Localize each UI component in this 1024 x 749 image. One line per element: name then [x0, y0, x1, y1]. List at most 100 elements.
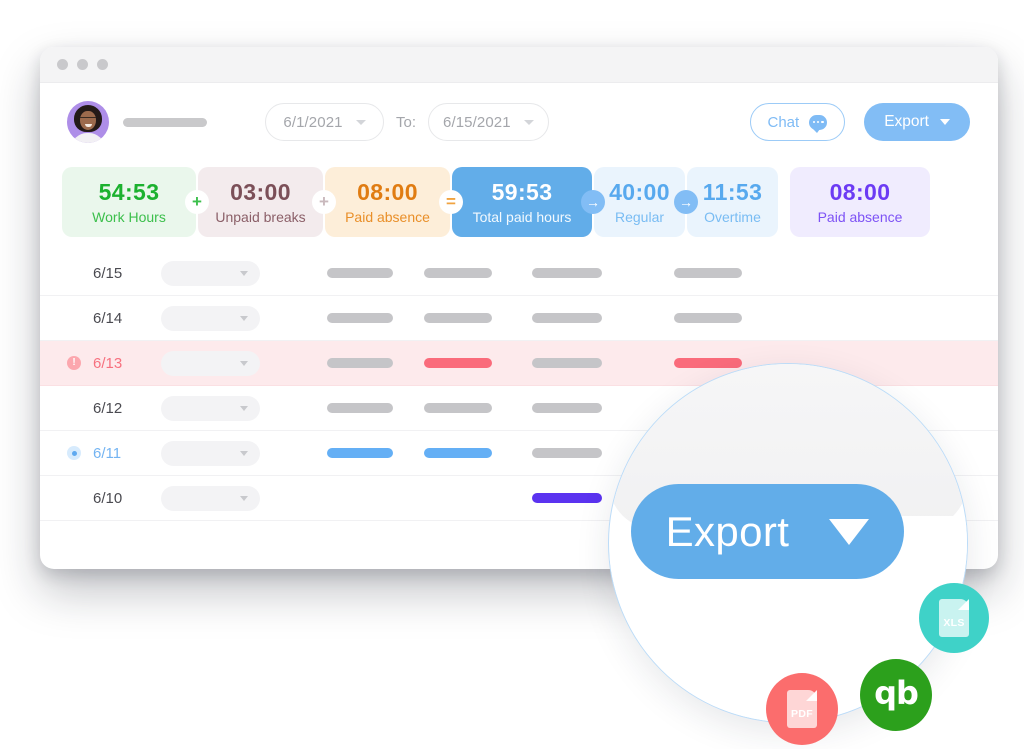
row-cell[interactable] [674, 268, 742, 278]
stat-operator: → [581, 190, 605, 214]
export-button[interactable]: Export [864, 103, 970, 141]
stat-value: 11:53 [702, 179, 763, 206]
pdf-export-badge[interactable]: PDF [766, 673, 838, 745]
stat-value: 03:00 [230, 179, 291, 206]
chat-button[interactable]: Chat [749, 103, 846, 141]
table-row[interactable]: 6/15 [40, 251, 998, 296]
value-placeholder-bar [532, 448, 602, 458]
row-date: 6/15 [93, 264, 123, 282]
window-titlebar [40, 47, 998, 83]
row-cell[interactable] [424, 403, 492, 413]
value-placeholder-bar [532, 403, 602, 413]
date-from-field[interactable]: 6/1/2021 [265, 103, 384, 141]
row-project-select[interactable] [161, 395, 260, 421]
export-button-label: Export [884, 113, 929, 130]
row-cell[interactable] [532, 493, 602, 503]
row-cell[interactable] [424, 358, 492, 368]
stat-operator: → [674, 190, 698, 214]
value-placeholder-bar [424, 403, 492, 413]
stat-label: Overtime [704, 208, 761, 225]
row-cell[interactable] [327, 358, 393, 368]
window-dot-close[interactable] [57, 59, 68, 70]
row-project-select[interactable] [161, 260, 260, 286]
stat-label: Total paid hours [472, 208, 572, 225]
stat-card-regular: 40:00 Regular [594, 167, 685, 237]
row-cell[interactable] [327, 448, 393, 458]
row-status-icon-wrap: ! [67, 356, 93, 370]
value-placeholder-bar [674, 268, 742, 278]
stat-value: 59:53 [491, 179, 553, 206]
row-date: 6/11 [93, 444, 122, 462]
row-cell[interactable] [327, 313, 393, 323]
row-cell[interactable] [327, 403, 393, 413]
value-placeholder-bar [327, 313, 393, 323]
value-placeholder-bar [327, 403, 393, 413]
row-cell[interactable] [424, 313, 492, 323]
row-cell[interactable] [532, 448, 602, 458]
stat-card-overtime: 11:53 Overtime [687, 167, 778, 237]
table-row[interactable]: 6/14 [40, 296, 998, 341]
value-placeholder-bar [424, 268, 492, 278]
value-placeholder-bar [424, 358, 492, 368]
chat-bubble-icon [809, 114, 828, 133]
stat-label: Paid absence [817, 208, 903, 225]
row-cell[interactable] [327, 268, 393, 278]
stat-operator: = [439, 190, 463, 214]
user-name-placeholder [123, 117, 207, 127]
screenshot-stage: 6/1/2021 To: 6/15/2021 Chat Export 54:53… [0, 0, 1024, 749]
date-to-value: 6/15/2021 [443, 113, 511, 131]
value-placeholder-bar [424, 448, 492, 458]
date-to-field[interactable]: 6/15/2021 [428, 103, 549, 141]
value-placeholder-bar [674, 313, 742, 323]
row-date: 6/12 [93, 399, 123, 417]
window-dot-minimize[interactable] [77, 59, 88, 70]
row-cell[interactable] [424, 268, 492, 278]
stat-value: 08:00 [829, 179, 891, 206]
row-cell[interactable] [532, 358, 602, 368]
quickbooks-export-badge[interactable]: qb [860, 659, 932, 731]
chevron-down-icon [829, 518, 870, 545]
value-placeholder-bar [424, 313, 492, 323]
row-project-select[interactable] [161, 485, 260, 511]
alert-icon: ! [67, 356, 81, 370]
xls-file-label: XLS [943, 617, 965, 629]
value-placeholder-bar [532, 493, 602, 503]
stat-card-paid-absence: 08:00 Paid absence [325, 167, 450, 237]
toolbar: 6/1/2021 To: 6/15/2021 Chat Export [40, 83, 998, 161]
stat-card-unpaid-breaks: 03:00 Unpaid breaks [198, 167, 323, 237]
value-placeholder-bar [327, 448, 393, 458]
chat-button-label: Chat [767, 113, 800, 131]
row-cell[interactable] [424, 448, 492, 458]
row-cell[interactable] [532, 403, 602, 413]
magnified-export-button[interactable]: Export [631, 484, 904, 579]
stat-operator: + [185, 190, 209, 214]
chevron-down-icon [523, 119, 534, 125]
value-placeholder-bar [532, 313, 602, 323]
window-dot-maximize[interactable] [97, 59, 108, 70]
stat-value: 08:00 [357, 179, 418, 206]
magnified-export-label: Export [665, 507, 790, 555]
row-project-select[interactable] [161, 305, 260, 331]
pdf-file-label: PDF [791, 708, 813, 720]
stat-label: Unpaid breaks [215, 208, 306, 225]
row-date: 6/13 [93, 354, 123, 372]
value-placeholder-bar [532, 268, 602, 278]
row-project-select[interactable] [161, 440, 260, 466]
stat-card-work-hours: 54:53 Work Hours [62, 167, 196, 237]
avatar[interactable] [67, 101, 109, 143]
row-cell[interactable] [674, 313, 742, 323]
value-placeholder-bar [532, 358, 602, 368]
summary-stats-bar: 54:53 Work Hours +03:00 Unpaid breaks +08:00… [40, 167, 998, 237]
row-cell[interactable] [532, 313, 602, 323]
stat-label: Regular [614, 208, 665, 225]
date-from-value: 6/1/2021 [283, 113, 343, 131]
row-date: 6/14 [93, 309, 123, 327]
row-cell[interactable] [532, 268, 602, 278]
row-project-select[interactable] [161, 350, 260, 376]
stat-card-paid-absence: 08:00 Paid absence [790, 167, 930, 237]
stat-card-total-paid-hours: 59:53 Total paid hours [452, 167, 592, 237]
stat-value: 54:53 [98, 179, 160, 206]
value-placeholder-bar [327, 268, 393, 278]
chevron-down-icon [355, 119, 366, 125]
xls-export-badge[interactable]: XLS [919, 583, 989, 653]
